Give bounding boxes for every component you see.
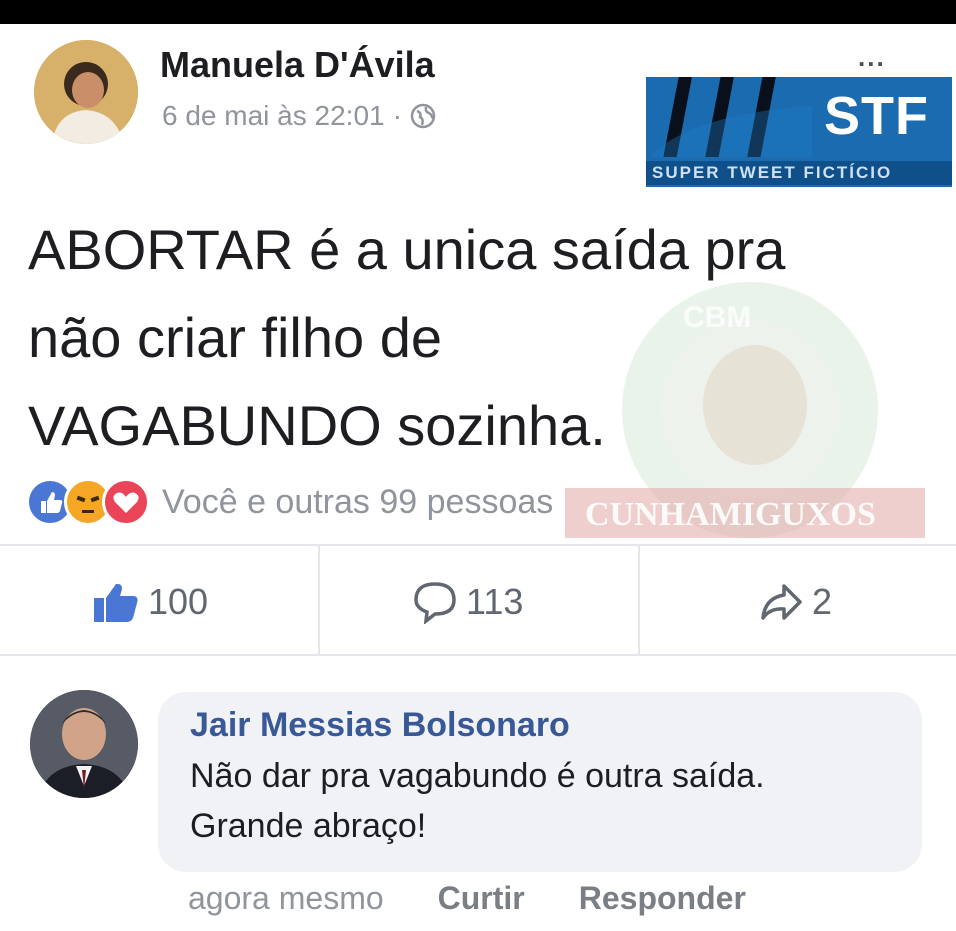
comment-icon (414, 582, 456, 624)
comment-bubble: Jair Messias Bolsonaro Não dar pra vagab… (158, 692, 922, 872)
comment-reply-link[interactable]: Responder (579, 880, 746, 917)
comment-button[interactable]: 113 (412, 572, 523, 632)
globe-icon (410, 103, 436, 129)
like-button[interactable]: 100 (92, 572, 208, 632)
more-options-icon[interactable]: ... (858, 42, 886, 73)
comment-actions: agora mesmo Curtir Responder (188, 880, 746, 917)
thumbs-up-icon (94, 583, 138, 622)
comment-text-line: Não dar pra vagabundo é outra saída. (190, 757, 765, 795)
divider (638, 546, 640, 654)
love-icon (102, 478, 150, 526)
share-icon (761, 584, 802, 620)
share-button[interactable]: 2 (758, 572, 832, 632)
post-body: ABORTAR é a unica saída pra não criar fi… (28, 206, 928, 470)
post-body-line: ABORTAR é a unica saída pra (28, 218, 786, 281)
reactions-summary[interactable]: Você e outras 99 pessoas (26, 474, 553, 530)
reaction-icons (26, 478, 150, 526)
post-body-line: VAGABUNDO sozinha. (28, 394, 606, 457)
divider (0, 654, 956, 656)
comment-text: Não dar pra vagabundo é outra saída. Gra… (190, 751, 890, 851)
author-avatar[interactable] (34, 40, 138, 144)
meta-separator: · (392, 100, 402, 131)
divider (318, 546, 320, 654)
divider (0, 544, 956, 546)
stf-title: STF (824, 86, 929, 146)
commenter-avatar[interactable] (30, 690, 138, 798)
shares-count: 2 (812, 581, 833, 622)
stf-logo: STF SUPER TWEET FICTÍCIO (646, 77, 952, 187)
likes-count: 100 (148, 581, 209, 622)
post-body-line: não criar filho de (28, 306, 443, 369)
post-timestamp[interactable]: 6 de mai às 22:01 (162, 100, 385, 132)
stf-subtitle: SUPER TWEET FICTÍCIO (646, 161, 952, 185)
comment-text-line: Grande abraço! (190, 807, 427, 845)
post-meta: 6 de mai às 22:01 · (162, 100, 436, 132)
comment-time[interactable]: agora mesmo (188, 880, 384, 917)
top-black-bar (0, 0, 956, 24)
comments-count: 113 (466, 581, 524, 622)
post-author-name[interactable]: Manuela D'Ávila (160, 44, 435, 86)
reactions-text: Você e outras 99 pessoas (162, 482, 554, 521)
comment-author-name[interactable]: Jair Messias Bolsonaro (190, 706, 890, 745)
watermark-banner: CUNHAMIGUXOS (585, 496, 876, 533)
comment-like-link[interactable]: Curtir (438, 880, 525, 917)
